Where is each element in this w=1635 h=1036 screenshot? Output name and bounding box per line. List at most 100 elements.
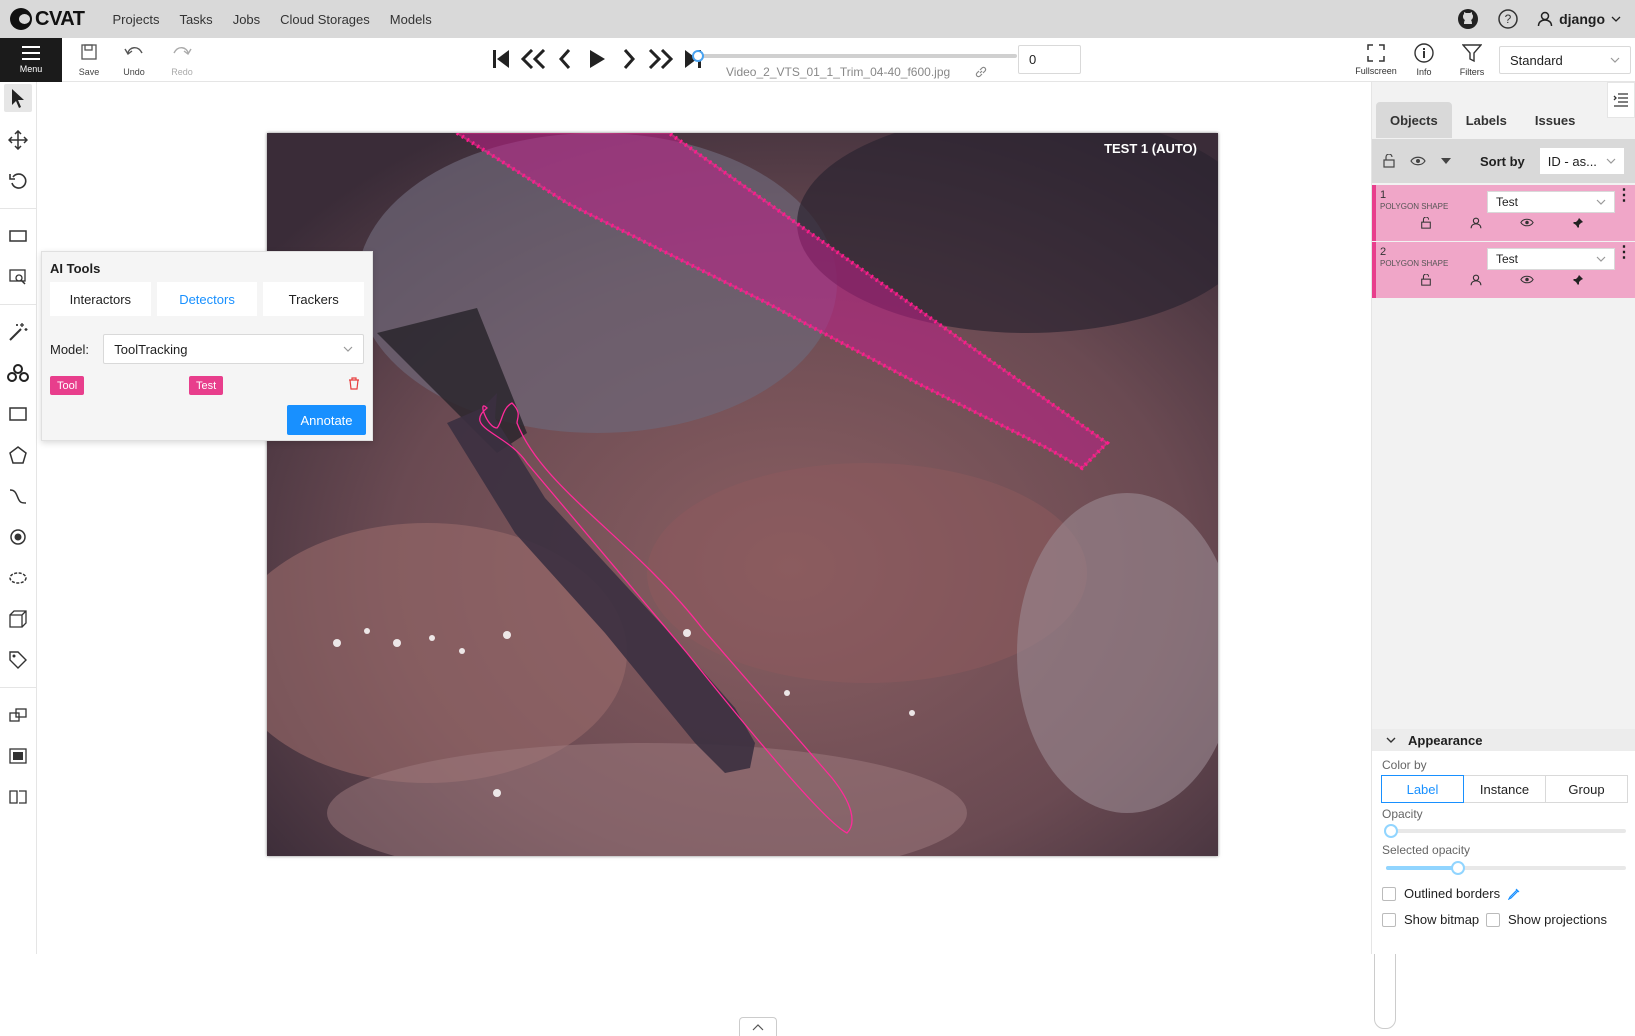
eye-icon[interactable]	[1410, 155, 1426, 167]
color-by-group: Label Instance Group	[1381, 775, 1628, 803]
selected-opacity-slider[interactable]	[1386, 861, 1626, 875]
group-tool[interactable]	[4, 742, 32, 770]
object-label-value: Test	[1496, 195, 1519, 209]
user-icon[interactable]	[1470, 217, 1482, 229]
delete-icon[interactable]	[348, 377, 360, 390]
save-label: Save	[78, 67, 100, 77]
color-by-label-option[interactable]: Label	[1381, 775, 1464, 803]
info-button[interactable]: Info	[1400, 38, 1448, 82]
unlock-icon[interactable]	[1420, 217, 1432, 229]
polygon-tool[interactable]	[4, 441, 32, 469]
nav-tasks[interactable]: Tasks	[179, 12, 212, 27]
ai-tools-icon[interactable]	[4, 359, 32, 387]
object-label-select[interactable]: Test	[1487, 191, 1615, 213]
tab-detectors[interactable]: Detectors	[156, 282, 258, 316]
tag-tool[interactable]	[4, 646, 32, 674]
tab-issues[interactable]: Issues	[1521, 102, 1589, 138]
color-by-instance-option[interactable]: Instance	[1463, 775, 1546, 803]
cvat-logo[interactable]: CVAT	[10, 8, 85, 31]
tab-interactors[interactable]: Interactors	[50, 282, 151, 316]
annotation-toolbar: Menu Save Undo Redo Video_2_VTS_01_1_Tri…	[0, 38, 1635, 82]
object-label-select[interactable]: Test	[1487, 248, 1615, 270]
ellipse-tool[interactable]	[4, 564, 32, 592]
annotate-button[interactable]: Annotate	[287, 405, 366, 435]
selected-opacity-slider-handle[interactable]	[1451, 861, 1465, 875]
merge-tool[interactable]	[4, 701, 32, 729]
eye-icon[interactable]	[1520, 274, 1534, 285]
timeline-expand-button[interactable]	[739, 1017, 777, 1036]
fit-image-tool[interactable]	[4, 222, 32, 250]
workspace-select[interactable]: Standard	[1499, 46, 1631, 74]
color-picker-icon[interactable]	[1508, 888, 1520, 900]
tab-trackers[interactable]: Trackers	[263, 282, 365, 316]
cuboid-tool[interactable]	[4, 605, 32, 633]
frame-slider-handle[interactable]	[692, 50, 704, 62]
more-icon[interactable]: ⋮	[1616, 245, 1632, 261]
points-tool[interactable]	[4, 523, 32, 551]
rotate-tool[interactable]	[4, 167, 32, 195]
object-item[interactable]: 2 POLYGON SHAPE Test ⋮	[1372, 242, 1635, 298]
frame-image[interactable]: TEST 1 (AUTO)	[267, 133, 1218, 856]
checkbox-box[interactable]	[1486, 912, 1500, 927]
split-tool[interactable]	[4, 783, 32, 811]
caret-down-icon[interactable]	[1440, 156, 1452, 166]
save-button[interactable]: Save	[67, 40, 111, 80]
filter-icon	[1462, 44, 1482, 63]
tab-objects[interactable]: Objects	[1376, 102, 1452, 138]
polyline-tool[interactable]	[4, 482, 32, 510]
checkbox-box[interactable]	[1382, 886, 1396, 901]
model-select[interactable]: ToolTracking	[103, 334, 364, 364]
unlock-icon[interactable]	[1382, 154, 1396, 168]
nav-cloud-storages[interactable]: Cloud Storages	[280, 12, 370, 27]
sidebar-collapse-button[interactable]	[1607, 82, 1635, 118]
redo-button[interactable]: Redo	[160, 40, 204, 80]
nav-jobs[interactable]: Jobs	[233, 12, 260, 27]
object-item[interactable]: 1 POLYGON SHAPE Test ⋮	[1372, 185, 1635, 241]
tab-labels[interactable]: Labels	[1452, 102, 1521, 138]
opacity-slider[interactable]	[1384, 824, 1626, 838]
nav-projects[interactable]: Projects	[112, 12, 159, 27]
redo-label: Redo	[171, 67, 193, 77]
sort-select[interactable]: ID - as...	[1538, 147, 1625, 175]
github-icon[interactable]	[1457, 8, 1479, 30]
menu-button[interactable]: Menu	[0, 38, 62, 82]
outlined-borders-checkbox[interactable]: Outlined borders	[1382, 886, 1520, 901]
color-by-group-option[interactable]: Group	[1545, 775, 1628, 803]
show-projections-label: Show projections	[1508, 912, 1607, 927]
first-frame-button[interactable]	[488, 46, 514, 72]
hamburger-icon	[22, 46, 40, 60]
help-icon[interactable]: ?	[1497, 8, 1519, 30]
fast-backward-button[interactable]	[520, 46, 546, 72]
cursor-tool[interactable]	[4, 84, 32, 112]
pin-icon[interactable]	[1572, 217, 1584, 229]
fullscreen-button[interactable]: Fullscreen	[1352, 38, 1400, 82]
nav-models[interactable]: Models	[390, 12, 432, 27]
user-menu[interactable]: django	[1537, 11, 1621, 27]
filters-button[interactable]: Filters	[1448, 38, 1496, 82]
play-button[interactable]	[584, 46, 610, 72]
pin-icon[interactable]	[1572, 274, 1584, 286]
opacity-slider-handle[interactable]	[1384, 824, 1398, 838]
eye-icon[interactable]	[1520, 217, 1534, 228]
show-projections-checkbox[interactable]: Show projections	[1486, 912, 1607, 927]
next-frame-button[interactable]	[616, 46, 642, 72]
fast-forward-button[interactable]	[648, 46, 674, 72]
frame-slider[interactable]	[692, 50, 1017, 62]
frame-number-input[interactable]: 0	[1018, 45, 1081, 74]
object-type: POLYGON SHAPE	[1380, 259, 1449, 268]
rectangle-tool[interactable]	[4, 400, 32, 428]
model-label: Model:	[50, 341, 90, 357]
magic-wand-icon[interactable]	[4, 318, 32, 346]
undo-button[interactable]: Undo	[112, 40, 156, 80]
previous-frame-button[interactable]	[552, 46, 578, 72]
move-tool[interactable]	[4, 126, 32, 154]
appearance-header[interactable]: Appearance	[1372, 729, 1635, 751]
show-bitmap-checkbox[interactable]: Show bitmap	[1382, 912, 1479, 927]
zoom-region-tool[interactable]	[4, 263, 32, 291]
unlock-icon[interactable]	[1420, 274, 1432, 286]
link-icon[interactable]	[975, 66, 987, 78]
opacity-label: Opacity	[1382, 807, 1423, 821]
checkbox-box[interactable]	[1382, 912, 1396, 927]
more-icon[interactable]: ⋮	[1616, 188, 1632, 204]
user-icon[interactable]	[1470, 274, 1482, 286]
